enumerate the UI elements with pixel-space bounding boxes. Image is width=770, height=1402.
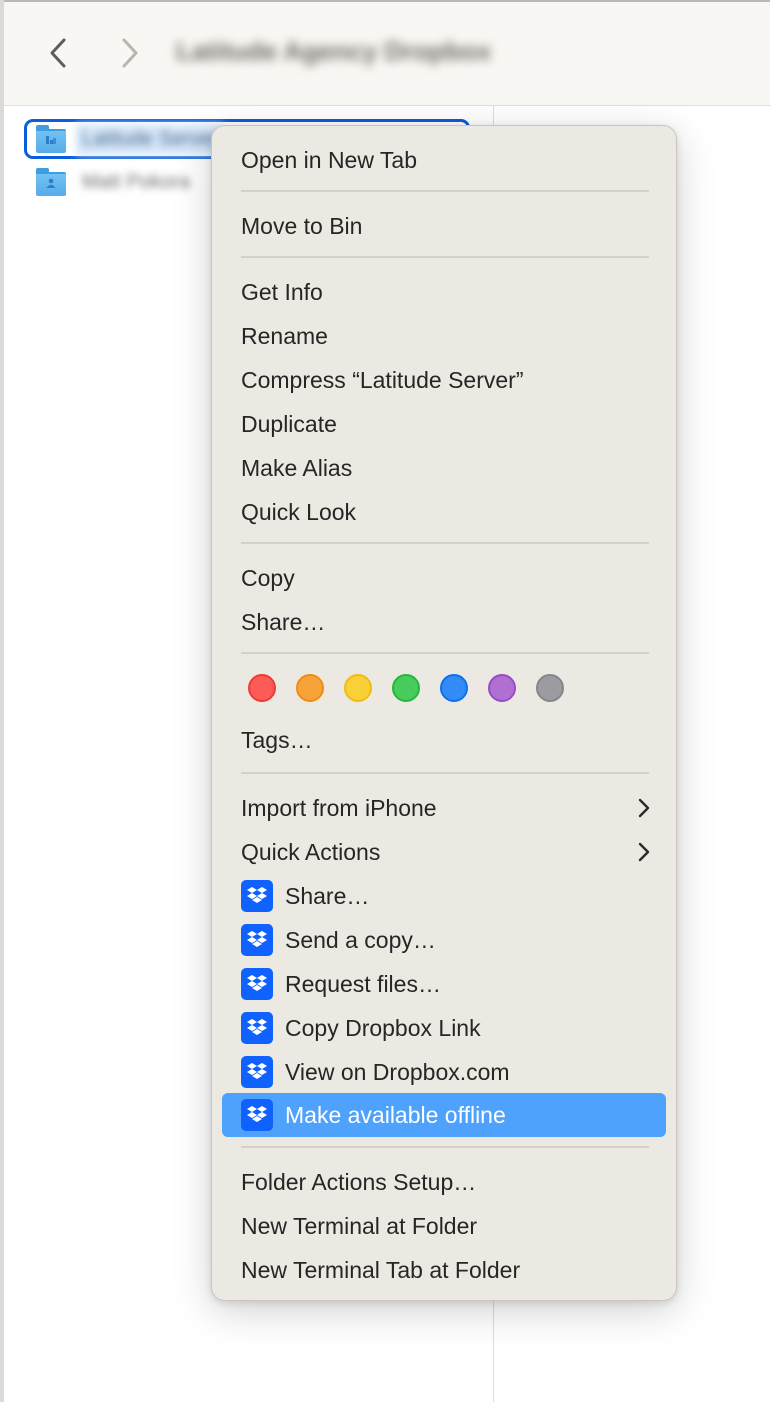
tag-red[interactable]	[248, 674, 276, 702]
menu-item-copy[interactable]: Copy	[223, 558, 667, 598]
menu-item-label: Quick Actions	[241, 838, 381, 865]
menu-item-label: Copy	[241, 564, 295, 591]
menu-item-open-in-new-tab[interactable]: Open in New Tab	[223, 140, 667, 180]
menu-item-label: Send a copy…	[285, 926, 436, 953]
menu-item-label: Rename	[241, 322, 328, 349]
menu-item-label: Copy Dropbox Link	[285, 1014, 481, 1041]
menu-item-label: Import from iPhone	[241, 794, 437, 821]
menu-item-dropbox-share[interactable]: Share…	[223, 876, 667, 916]
menu-separator	[241, 542, 649, 544]
menu-item-label: Make available offline	[285, 1101, 506, 1128]
dropbox-icon	[241, 1012, 273, 1044]
dropbox-icon	[241, 924, 273, 956]
forward-button[interactable]	[116, 35, 144, 71]
menu-separator	[241, 1146, 649, 1148]
finder-toolbar: Latitude Agency Dropbox	[4, 2, 770, 106]
menu-item-label: Share…	[285, 882, 370, 909]
menu-item-tags[interactable]: Tags…	[223, 720, 667, 760]
menu-item-compress[interactable]: Compress “Latitude Server”	[223, 360, 667, 400]
menu-item-label: Request files…	[285, 970, 441, 997]
tag-green[interactable]	[392, 674, 420, 702]
chevron-right-icon	[638, 798, 650, 818]
menu-item-quick-actions[interactable]: Quick Actions	[223, 832, 667, 872]
menu-item-make-available-offline[interactable]: Make available offline	[222, 1093, 666, 1137]
shared-folder-icon	[36, 125, 66, 153]
menu-item-share[interactable]: Share…	[223, 602, 667, 642]
context-menu: Open in New Tab Move to Bin Get Info Ren…	[211, 125, 677, 1301]
menu-item-send-a-copy[interactable]: Send a copy…	[223, 920, 667, 960]
menu-item-label: Get Info	[241, 278, 323, 305]
menu-item-make-alias[interactable]: Make Alias	[223, 448, 667, 488]
menu-item-new-terminal-tab-at-folder[interactable]: New Terminal Tab at Folder	[223, 1250, 667, 1290]
dropbox-icon	[241, 1056, 273, 1088]
menu-separator	[241, 190, 649, 192]
menu-separator	[241, 256, 649, 258]
menu-item-label: New Terminal Tab at Folder	[241, 1256, 521, 1283]
menu-item-import-from-iphone[interactable]: Import from iPhone	[223, 788, 667, 828]
tag-blue[interactable]	[440, 674, 468, 702]
menu-item-move-to-bin[interactable]: Move to Bin	[223, 206, 667, 246]
menu-item-label: View on Dropbox.com	[285, 1058, 510, 1085]
dropbox-icon	[241, 880, 273, 912]
menu-item-get-info[interactable]: Get Info	[223, 272, 667, 312]
menu-item-duplicate[interactable]: Duplicate	[223, 404, 667, 444]
file-name: Matt Pokora	[82, 170, 190, 193]
menu-item-rename[interactable]: Rename	[223, 316, 667, 356]
back-button[interactable]	[44, 35, 72, 71]
tag-purple[interactable]	[488, 674, 516, 702]
menu-item-label: New Terminal at Folder	[241, 1212, 478, 1239]
window-title: Latitude Agency Dropbox	[176, 36, 492, 66]
file-name: Latitude Server	[76, 123, 224, 155]
menu-item-copy-dropbox-link[interactable]: Copy Dropbox Link	[223, 1008, 667, 1048]
menu-item-label: Duplicate	[241, 410, 337, 437]
menu-item-label: Move to Bin	[241, 212, 363, 239]
menu-separator	[241, 772, 649, 774]
user-folder-icon	[36, 168, 66, 196]
menu-item-label: Open in New Tab	[241, 146, 418, 173]
menu-item-label: Folder Actions Setup…	[241, 1168, 477, 1195]
menu-item-label: Compress “Latitude Server”	[241, 366, 524, 393]
tag-gray[interactable]	[536, 674, 564, 702]
menu-item-quick-look[interactable]: Quick Look	[223, 492, 667, 532]
menu-item-label: Make Alias	[241, 454, 353, 481]
menu-item-label: Tags…	[241, 726, 313, 753]
tag-yellow[interactable]	[344, 674, 372, 702]
chevron-left-icon	[50, 38, 66, 68]
menu-item-label: Share…	[241, 608, 326, 635]
dropbox-icon	[241, 1099, 273, 1131]
tag-orange[interactable]	[296, 674, 324, 702]
menu-item-new-terminal-at-folder[interactable]: New Terminal at Folder	[223, 1206, 667, 1246]
menu-item-request-files[interactable]: Request files…	[223, 964, 667, 1004]
menu-item-folder-actions-setup[interactable]: Folder Actions Setup…	[223, 1162, 667, 1202]
tag-color-row	[248, 674, 564, 702]
chevron-right-icon	[122, 38, 138, 68]
dropbox-icon	[241, 968, 273, 1000]
menu-item-view-on-dropbox[interactable]: View on Dropbox.com	[223, 1052, 667, 1092]
menu-separator	[241, 652, 649, 654]
chevron-right-icon	[638, 842, 650, 862]
menu-item-label: Quick Look	[241, 498, 357, 525]
